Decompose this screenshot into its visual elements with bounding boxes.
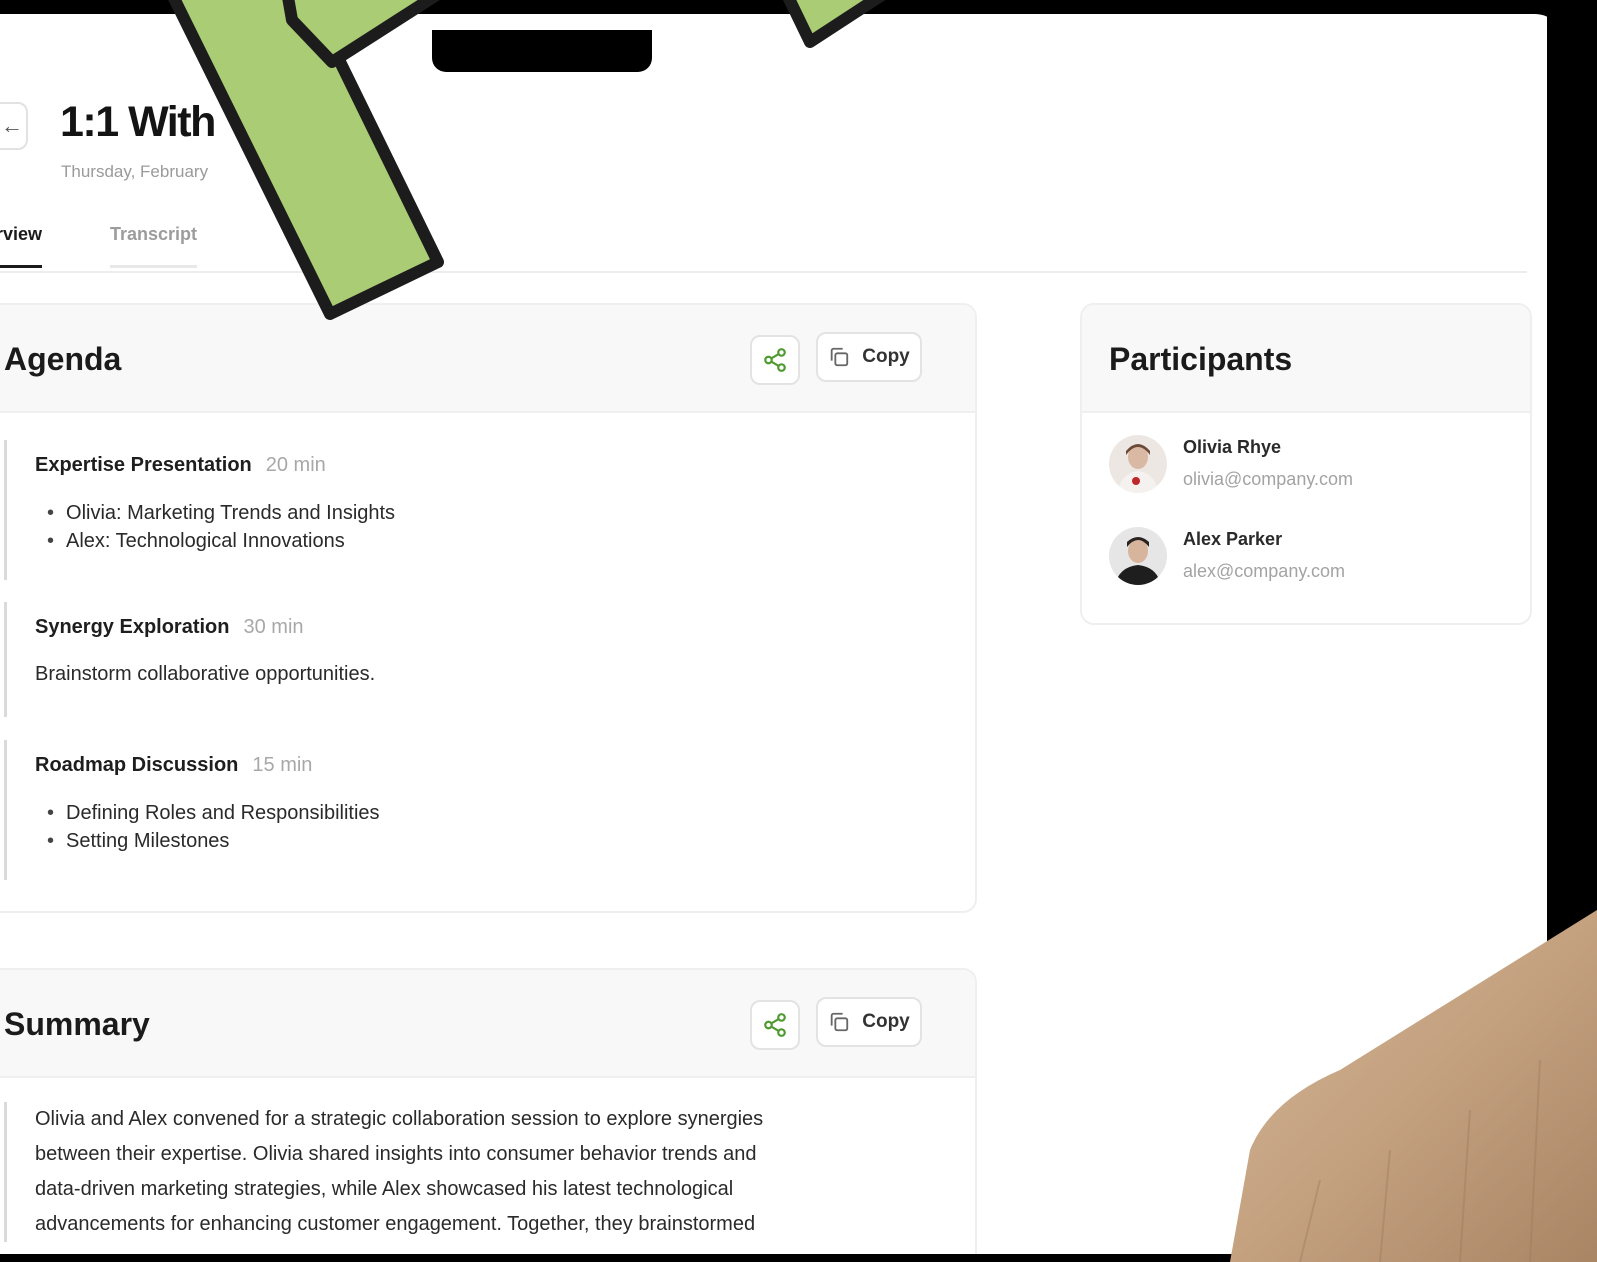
summary-header: Summary Copy (0, 970, 975, 1078)
summary-share-button[interactable] (750, 1000, 800, 1050)
agenda-bullet: Alex: Technological Innovations (47, 527, 395, 555)
summary-title: Summary (4, 1006, 150, 1042)
agenda-section-heading: Synergy Exploration 30 min (35, 616, 375, 639)
avatar (1109, 435, 1167, 493)
meeting-date: Thursday, February (61, 162, 209, 181)
summary-text: Olivia and Alex convened for a strategic… (4, 1102, 915, 1242)
device-bezel-bottom (0, 1254, 1597, 1262)
summary-line: between their expertise. Olivia shared i… (35, 1143, 757, 1165)
participants-card: Participants Olivia Rhye olivia@company.… (1080, 303, 1532, 625)
share-icon (764, 1013, 786, 1037)
page-title: 1:1 With (60, 98, 216, 146)
summary-copy-button[interactable]: Copy (816, 997, 922, 1047)
device-bezel-right (1547, 0, 1597, 1262)
participant-row[interactable]: Alex Parker alex@company.com (1109, 527, 1509, 591)
agenda-section-heading: Expertise Presentation 20 min (35, 454, 395, 477)
share-icon (764, 348, 786, 372)
participant-email: olivia@company.com (1183, 469, 1353, 489)
copy-label: Copy (862, 1011, 910, 1032)
participant-name: Alex Parker (1183, 529, 1283, 549)
participant-name: Olivia Rhye (1183, 437, 1282, 457)
agenda-header: Agenda Copy (0, 305, 975, 413)
agenda-bullets: Olivia: Marketing Trends and Insights Al… (35, 499, 395, 555)
agenda-section-heading: Roadmap Discussion 15 min (35, 754, 380, 777)
agenda-section-duration: 15 min (252, 754, 313, 776)
copy-icon (831, 1012, 849, 1032)
agenda-share-button[interactable] (750, 335, 800, 385)
summary-line: Olivia and Alex convened for a strategic… (35, 1108, 764, 1130)
agenda-title: Agenda (4, 341, 122, 377)
summary-line: advancements for enhancing customer enga… (35, 1213, 756, 1235)
agenda-bullet: Defining Roles and Responsibilities (47, 799, 380, 827)
agenda-section-title: Expertise Presentation (35, 454, 252, 476)
participant-row[interactable]: Olivia Rhye olivia@company.com (1109, 435, 1509, 499)
summary-line: data-driven marketing strategies, while … (35, 1178, 734, 1200)
app-screen: ← 1:1 With Thursday, February erview Tra… (0, 14, 1568, 1254)
agenda-section: Roadmap Discussion 15 min Defining Roles … (4, 740, 380, 880)
participants-header: Participants (1082, 305, 1530, 413)
agenda-section: Expertise Presentation 20 min Olivia: Mar… (4, 440, 395, 580)
agenda-bullets: Defining Roles and Responsibilities Sett… (35, 799, 380, 855)
tab-transcript[interactable]: Transcript (110, 224, 198, 268)
agenda-section-duration: 20 min (265, 454, 326, 476)
back-button[interactable]: ← (0, 102, 28, 150)
agenda-copy-button[interactable]: Copy (816, 332, 922, 382)
agenda-bullet: Olivia: Marketing Trends and Insights (47, 499, 395, 527)
agenda-section-text: Brainstorm collaborative opportunities. (35, 663, 376, 685)
agenda-bullet: Setting Milestones (47, 827, 380, 855)
agenda-section-duration: 30 min (243, 616, 304, 638)
arrow-left-icon: ← (1, 113, 23, 138)
participant-email: alex@company.com (1183, 561, 1345, 581)
agenda-card: Agenda Copy Expertise Presentation 20 min… (0, 303, 977, 913)
agenda-section: Synergy Exploration 30 min Brainstorm col… (4, 602, 375, 717)
copy-icon (831, 347, 849, 367)
participants-title: Participants (1109, 341, 1293, 377)
avatar (1109, 527, 1167, 585)
device-notch (432, 30, 652, 72)
agenda-section-title: Synergy Exploration (35, 616, 230, 638)
summary-card: Summary Copy Olivia and Alex convened fo… (0, 968, 977, 1254)
agenda-section-title: Roadmap Discussion (35, 754, 239, 776)
tabs-divider (0, 271, 1527, 273)
tab-overview[interactable]: erview (0, 224, 43, 268)
copy-label: Copy (862, 346, 910, 367)
